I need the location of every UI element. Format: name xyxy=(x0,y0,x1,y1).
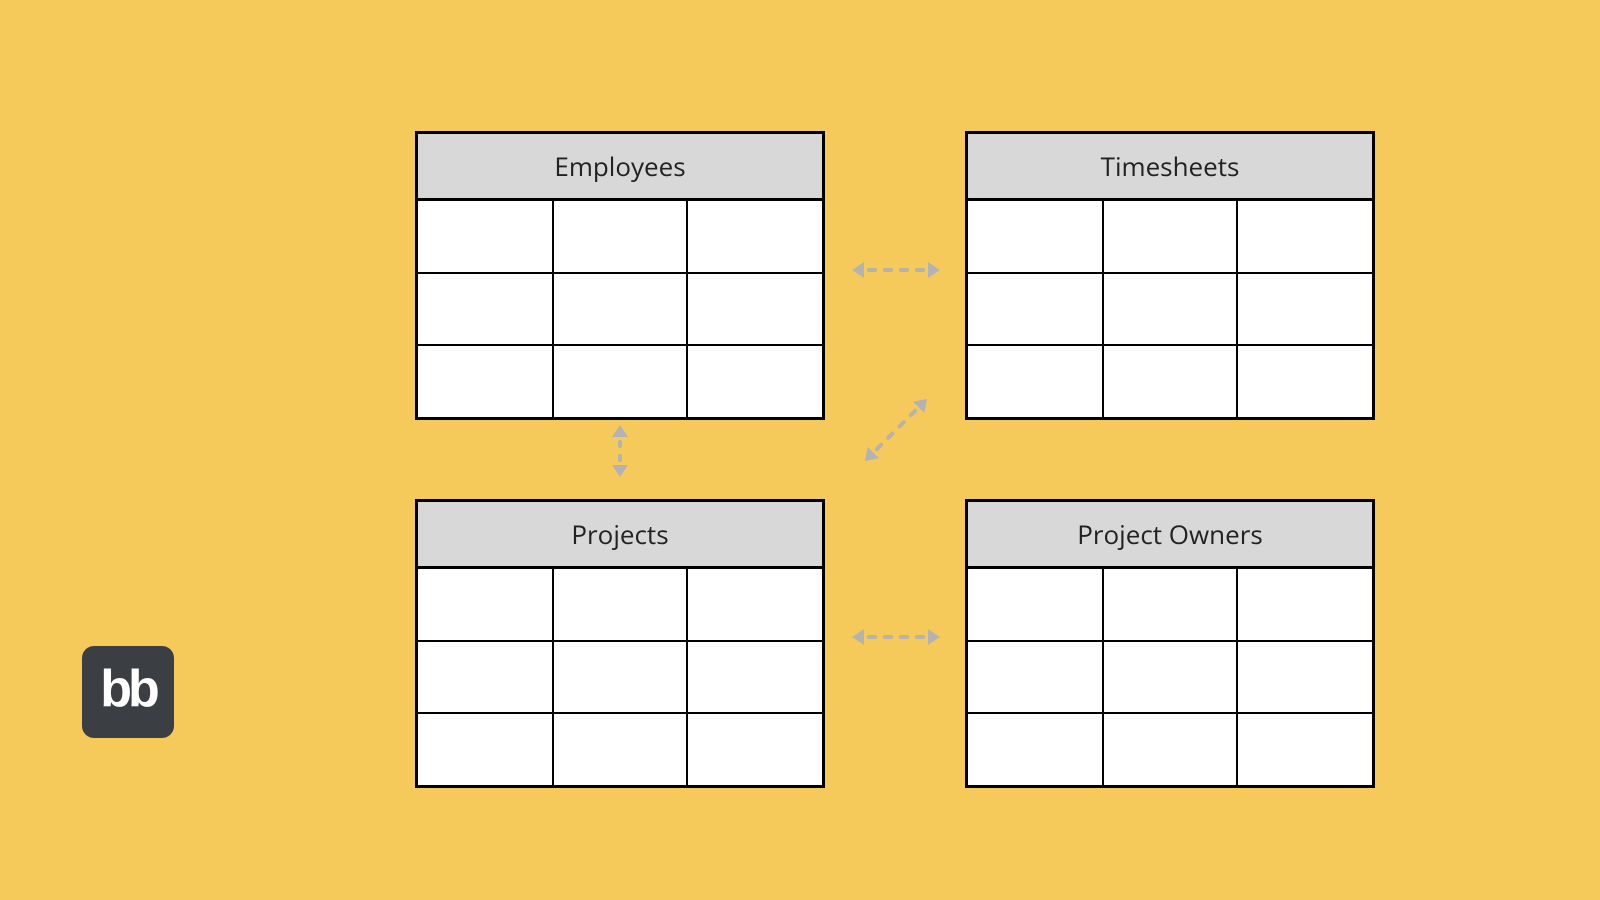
table-header-employees: Employees xyxy=(418,134,822,201)
cell xyxy=(1237,273,1372,345)
table-grid-timesheets xyxy=(968,201,1372,417)
cell xyxy=(687,273,822,345)
cell xyxy=(1103,713,1238,785)
relation-arrow-icon xyxy=(608,425,632,477)
logo-text: bb xyxy=(100,663,156,721)
cell xyxy=(418,273,553,345)
cell xyxy=(968,345,1103,417)
cell xyxy=(968,641,1103,713)
table-timesheets: Timesheets xyxy=(965,131,1375,420)
cell xyxy=(553,273,688,345)
cell xyxy=(418,569,553,641)
cell xyxy=(553,345,688,417)
table-header-project-owners: Project Owners xyxy=(968,502,1372,569)
cell xyxy=(687,569,822,641)
cell xyxy=(1237,713,1372,785)
table-employees: Employees xyxy=(415,131,825,420)
cell xyxy=(553,641,688,713)
cell xyxy=(1237,201,1372,273)
cell xyxy=(687,201,822,273)
cell xyxy=(1237,641,1372,713)
cell xyxy=(687,713,822,785)
cell xyxy=(418,345,553,417)
relation-arrow-icon xyxy=(852,625,940,649)
cell xyxy=(553,713,688,785)
cell xyxy=(1103,345,1238,417)
cell xyxy=(968,201,1103,273)
relation-arrow-icon xyxy=(852,258,940,282)
table-header-projects: Projects xyxy=(418,502,822,569)
cell xyxy=(418,641,553,713)
cell xyxy=(1103,201,1238,273)
cell xyxy=(968,713,1103,785)
cell xyxy=(1237,345,1372,417)
table-grid-project-owners xyxy=(968,569,1372,785)
table-grid-employees xyxy=(418,201,822,417)
cell xyxy=(1103,641,1238,713)
cell xyxy=(687,641,822,713)
cell xyxy=(1237,569,1372,641)
table-projects: Projects xyxy=(415,499,825,788)
cell xyxy=(553,201,688,273)
cell xyxy=(687,345,822,417)
table-project-owners: Project Owners xyxy=(965,499,1375,788)
cell xyxy=(418,201,553,273)
cell xyxy=(968,569,1103,641)
relation-arrow-icon xyxy=(856,390,935,469)
cell xyxy=(1103,273,1238,345)
cell xyxy=(968,273,1103,345)
cell xyxy=(418,713,553,785)
cell xyxy=(1103,569,1238,641)
logo-badge: bb xyxy=(82,646,174,738)
cell xyxy=(553,569,688,641)
table-grid-projects xyxy=(418,569,822,785)
table-header-timesheets: Timesheets xyxy=(968,134,1372,201)
